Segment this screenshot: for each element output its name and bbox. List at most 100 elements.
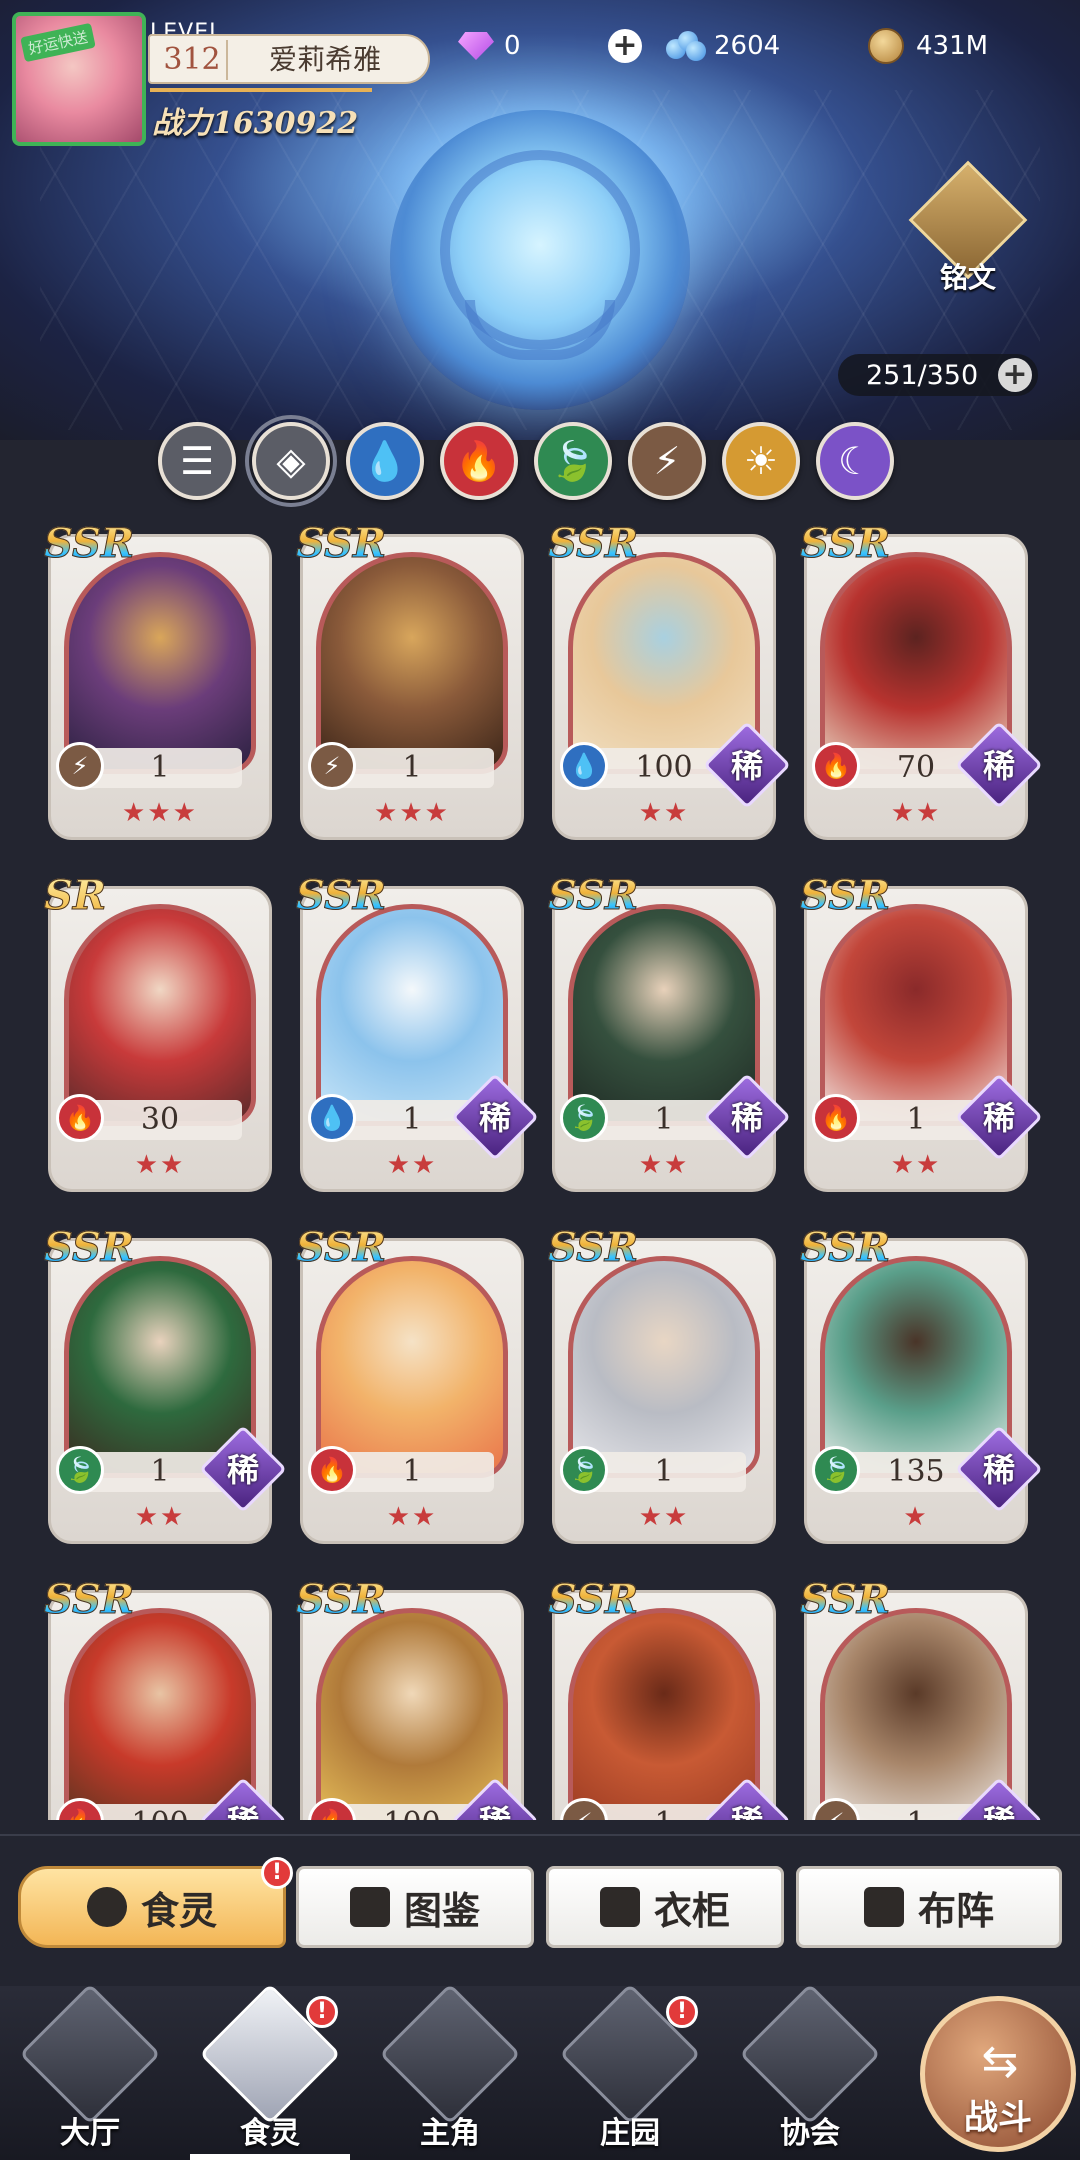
nav-spirit[interactable]: 食灵! bbox=[180, 1983, 360, 2160]
spirit-icon bbox=[86, 1887, 127, 1927]
subtab-wardrobe[interactable]: 衣柜 bbox=[546, 1866, 784, 1948]
rare-badge-label: 稀 bbox=[724, 1800, 770, 1820]
fire-element-icon: 🔥 bbox=[812, 1094, 860, 1142]
filter-fire-button[interactable]: 🔥 bbox=[440, 422, 518, 500]
filter-water-button[interactable]: 💧 bbox=[346, 422, 424, 500]
filter-moon-button[interactable]: ☾ bbox=[816, 422, 894, 500]
formation-icon bbox=[863, 1887, 904, 1927]
spirit-card[interactable]: SSR 1 🍃 稀 ★★ bbox=[43, 1224, 287, 1546]
rune-button[interactable]: 铭文 bbox=[908, 160, 1028, 308]
rare-badge-label: 稀 bbox=[982, 1451, 1015, 1489]
rune-label: 铭文 bbox=[939, 261, 996, 294]
alert-badge: ! bbox=[306, 1996, 338, 2028]
leaf-element-icon: 🍃 bbox=[812, 1446, 860, 1494]
spirit-portrait bbox=[64, 552, 256, 774]
rarity-badge: SSR bbox=[547, 520, 639, 568]
nav-helmet[interactable]: 主角 bbox=[360, 1983, 540, 2160]
spirit-card[interactable]: SSR100🔥稀 bbox=[43, 1576, 287, 1820]
spirit-card[interactable]: SSR 1 🍃 稀 ★★ bbox=[547, 872, 791, 1194]
alert-badge: ! bbox=[666, 1996, 698, 2028]
player-name[interactable]: 爱莉希雅 bbox=[232, 40, 418, 80]
castle-icon bbox=[19, 1983, 161, 2125]
spirit-card[interactable]: SSR 1 🔥 稀 ★★ bbox=[799, 872, 1043, 1194]
capacity-text: 251/350 bbox=[866, 359, 979, 391]
star-rating: ★★ bbox=[638, 1150, 690, 1180]
crystal-counter[interactable]: 2604 bbox=[666, 26, 780, 66]
subtab-spirit[interactable]: 食灵! bbox=[18, 1857, 293, 1948]
rare-badge-label: 稀 bbox=[472, 1800, 518, 1820]
star-rating: ★★ bbox=[134, 1502, 186, 1532]
spirit-card[interactable]: SSR 1 💧 稀 ★★ bbox=[295, 872, 539, 1194]
avatar-tag: 好运快送 bbox=[20, 22, 96, 63]
spirit-card[interactable]: SSR 1 🍃 ★★ bbox=[547, 1224, 776, 1546]
sub-tab-bar: 食灵! 图鉴 衣柜 布阵 bbox=[18, 1857, 1062, 1948]
spirit-portrait bbox=[316, 1256, 508, 1478]
filter-list-button[interactable]: ☰ bbox=[158, 422, 236, 500]
rarity-badge: SSR bbox=[799, 1224, 891, 1272]
star-rating: ★★★ bbox=[374, 798, 450, 828]
nav-label: 大厅 bbox=[60, 2116, 120, 2151]
subtab-formation[interactable]: 布阵 bbox=[796, 1866, 1062, 1948]
spirit-card[interactable]: SSR 1 🔥 ★★ bbox=[295, 1224, 524, 1546]
spirit-card[interactable]: SSR100🔥稀 bbox=[295, 1576, 539, 1820]
combat-power: 战力1630922 bbox=[152, 106, 359, 141]
leaf-icon: 🍃 bbox=[549, 438, 597, 483]
rare-badge-label: 稀 bbox=[226, 1451, 259, 1489]
rare-badge-label: 稀 bbox=[982, 747, 1015, 785]
list-icon: ☰ bbox=[179, 439, 215, 483]
subtab-label: 衣柜 bbox=[653, 1888, 730, 1933]
star-rating: ★★ bbox=[638, 798, 690, 828]
rarity-badge: SSR bbox=[295, 520, 387, 568]
fire-element-icon: 🔥 bbox=[56, 1094, 104, 1142]
filter-all-button[interactable]: ◈ bbox=[245, 415, 337, 507]
nav-label: 主角 bbox=[420, 2116, 480, 2151]
rarity-badge: SSR bbox=[799, 520, 891, 568]
subtab-label: 食灵 bbox=[140, 1888, 217, 1933]
star-rating: ★★ bbox=[134, 1150, 186, 1180]
filter-leaf-button[interactable]: 🍃 bbox=[534, 422, 612, 500]
rarity-badge: SSR bbox=[43, 1224, 135, 1272]
spirit-card[interactable]: SSR1⚡稀 bbox=[547, 1576, 791, 1820]
gem-counter[interactable]: 0 bbox=[458, 26, 521, 66]
spirit-card[interactable]: SSR 1 ⚡ ★★★ bbox=[295, 520, 524, 842]
rarity-badge: SSR bbox=[295, 1576, 387, 1624]
expand-capacity-button[interactable]: + bbox=[998, 358, 1032, 392]
rare-badge-label: 稀 bbox=[982, 1099, 1015, 1137]
coin-count: 431M bbox=[916, 31, 989, 61]
filter-lightning-button[interactable]: ⚡ bbox=[628, 422, 706, 500]
spirit-card[interactable]: SR 30 🔥 ★★ bbox=[43, 872, 272, 1194]
nav-castle[interactable]: 大厅 bbox=[0, 1983, 180, 2160]
spirit-card[interactable]: SSR1⚡稀 bbox=[799, 1576, 1043, 1820]
water-element-icon: 💧 bbox=[560, 742, 608, 790]
spirit-card[interactable]: SSR 135 🍃 稀 ★ bbox=[799, 1224, 1043, 1546]
rarity-badge: SSR bbox=[547, 872, 639, 920]
rarity-badge: SSR bbox=[43, 520, 135, 568]
rarity-badge: SSR bbox=[799, 872, 891, 920]
rarity-badge: SSR bbox=[43, 1576, 135, 1624]
spirit-portrait bbox=[64, 904, 256, 1126]
lightning-element-icon: ⚡ bbox=[308, 742, 356, 790]
element-filter-bar: ☰ ◈ 💧 🔥 🍃 ⚡ ☀ ☾ bbox=[158, 415, 894, 507]
nav-label: 协会 bbox=[780, 2116, 840, 2151]
rarity-badge: SSR bbox=[295, 872, 387, 920]
divider bbox=[0, 1834, 1080, 1836]
spirit-card[interactable]: SSR 70 🔥 稀 ★★ bbox=[799, 520, 1043, 842]
subtab-book[interactable]: 图鉴 bbox=[296, 1866, 534, 1948]
spirit-card[interactable]: SSR 100 💧 稀 ★★ bbox=[547, 520, 791, 842]
leaf-element-icon: 🍃 bbox=[56, 1446, 104, 1494]
spirit-card-grid[interactable]: SSR 1 ⚡ ★★★ SSR 1 ⚡ ★★★ SSR 100 💧 稀 ★★ SSR 70 🔥 稀 ★★ SR 30 🔥… bbox=[0, 510, 1080, 1820]
helmet-icon bbox=[379, 1983, 521, 2125]
battle-label: 战斗 bbox=[964, 2098, 1032, 2138]
filter-sun-button[interactable]: ☀ bbox=[722, 422, 800, 500]
fire-element-icon: 🔥 bbox=[308, 1446, 356, 1494]
rarity-badge: SSR bbox=[295, 1224, 387, 1272]
player-avatar[interactable]: 好运快送 bbox=[12, 12, 146, 146]
star-rating: ★★ bbox=[386, 1150, 438, 1180]
add-gems-button[interactable]: + bbox=[608, 26, 642, 66]
nav-guild[interactable]: 协会 bbox=[720, 1983, 900, 2160]
nav-manor[interactable]: 庄园! bbox=[540, 1983, 720, 2160]
spirit-card[interactable]: SSR 1 ⚡ ★★★ bbox=[43, 520, 272, 842]
coin-counter[interactable]: 431M bbox=[868, 26, 988, 66]
rare-badge-label: 稀 bbox=[730, 747, 763, 785]
rare-badge-label: 稀 bbox=[976, 1800, 1022, 1820]
